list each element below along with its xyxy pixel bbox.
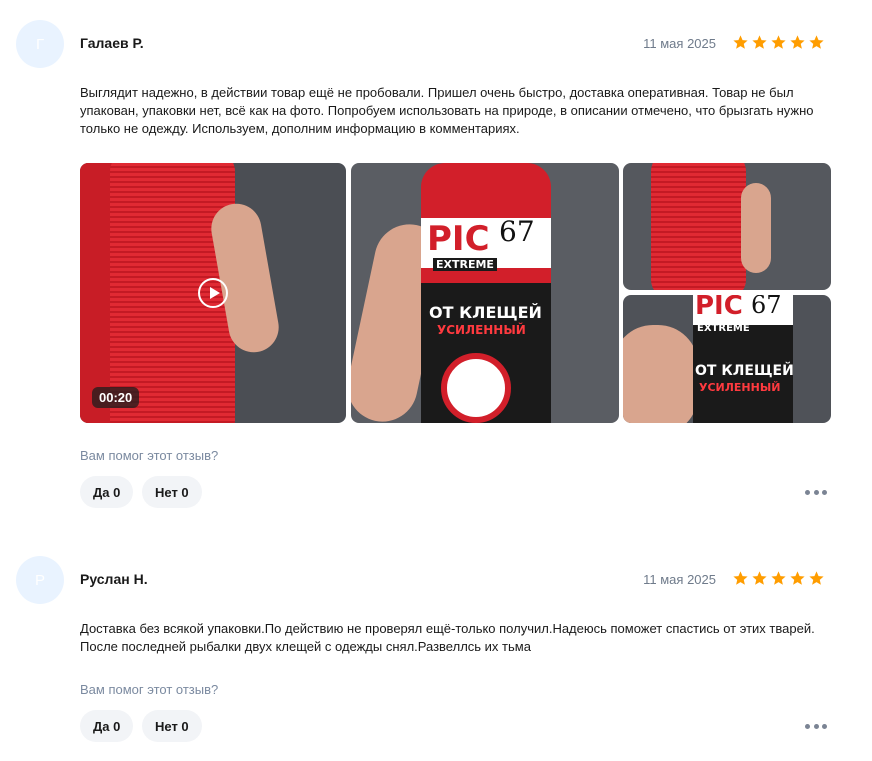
star-icon <box>733 571 748 585</box>
review-author: Руслан Н. <box>80 571 148 587</box>
rating-stars <box>732 570 825 587</box>
more-options-icon[interactable] <box>805 719 827 733</box>
helpful-question: Вам помог этот отзыв? <box>80 682 219 697</box>
avatar: Г <box>16 20 64 68</box>
review-photo[interactable]: PIC 67 EXTREME ОТ КЛЕЩЕЙ УСИЛЕННЫЙ <box>351 163 619 423</box>
review-photo[interactable] <box>623 163 831 290</box>
tick-warning-icon <box>441 353 511 423</box>
vote-no-button[interactable]: Нет 0 <box>142 710 202 742</box>
vote-no-button[interactable]: Нет 0 <box>142 476 202 508</box>
star-icon <box>809 35 824 49</box>
product-number: 67 <box>499 215 535 248</box>
star-icon <box>733 35 748 49</box>
product-line: EXTREME <box>697 323 750 334</box>
review-text: Доставка без всякой упаковки.По действию… <box>80 621 815 654</box>
video-duration: 00:20 <box>92 387 140 408</box>
product-title: ОТ КЛЕЩЕЙ <box>695 363 794 379</box>
avatar: Р <box>16 556 64 604</box>
star-icon <box>790 35 805 49</box>
star-icon <box>752 35 767 49</box>
star-icon <box>752 571 767 585</box>
play-icon[interactable] <box>198 278 228 308</box>
vote-yes-button[interactable]: Да 0 <box>80 710 134 742</box>
rating-stars <box>732 34 825 51</box>
star-icon <box>771 571 786 585</box>
review-author: Галаев Р. <box>80 35 144 51</box>
review-photo[interactable]: PIC 67 EXTREME ОТ КЛЕЩЕЙ УСИЛЕННЫЙ <box>623 295 831 423</box>
more-options-icon[interactable] <box>805 485 827 499</box>
review-text: Выглядит надежно, в действии товар ещё н… <box>80 85 814 136</box>
product-title: ОТ КЛЕЩЕЙ <box>429 303 542 322</box>
product-subtitle: УСИЛЕННЫЙ <box>699 381 781 394</box>
vote-yes-button[interactable]: Да 0 <box>80 476 134 508</box>
product-number: 67 <box>751 295 782 319</box>
product-line: EXTREME <box>433 258 497 271</box>
video-thumbnail[interactable]: 00:20 <box>80 163 346 423</box>
star-icon <box>790 571 805 585</box>
helpful-question: Вам помог этот отзыв? <box>80 448 219 463</box>
product-brand: PIC <box>427 219 490 259</box>
media-gallery: 00:20 PIC 67 EXTREME ОТ КЛЕЩЕЙ УСИЛЕННЫЙ… <box>80 163 832 423</box>
review-date: 11 мая 2025 <box>643 572 716 587</box>
star-icon <box>771 35 786 49</box>
product-subtitle: УСИЛЕННЫЙ <box>437 323 526 337</box>
product-brand: PIC <box>695 295 743 321</box>
star-icon <box>809 571 824 585</box>
review-date: 11 мая 2025 <box>643 36 716 51</box>
